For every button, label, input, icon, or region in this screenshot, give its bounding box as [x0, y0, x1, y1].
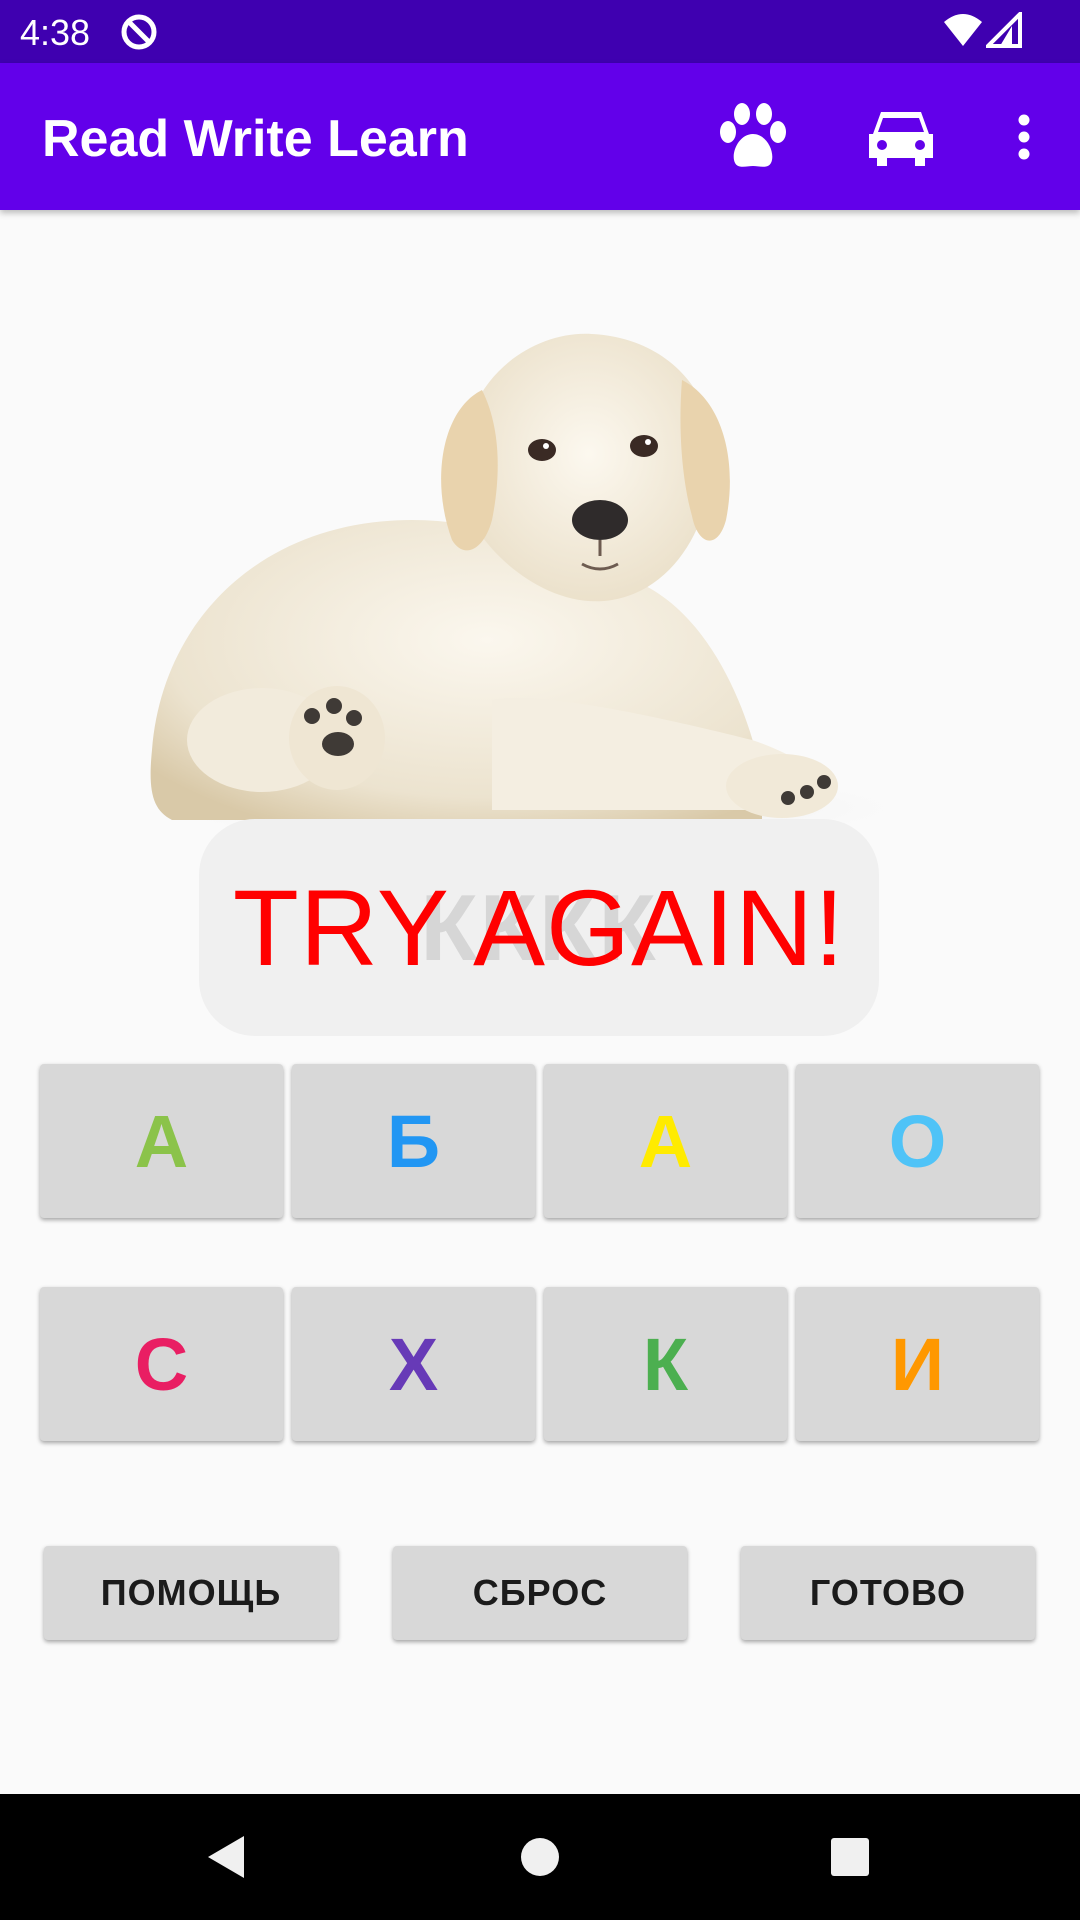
back-button[interactable] [186, 1824, 266, 1890]
status-bar: 4:38 [0, 0, 1080, 63]
letter-button[interactable]: А [544, 1064, 787, 1218]
signal-icon [983, 9, 1022, 53]
car-icon [869, 112, 933, 166]
vehicles-button[interactable] [856, 97, 946, 177]
data-saver-icon [118, 11, 160, 58]
wifi-icon [942, 12, 984, 53]
letter-button[interactable]: Б [292, 1064, 535, 1218]
more-vert-icon [1018, 114, 1030, 160]
home-icon [521, 1838, 559, 1876]
letter-button[interactable]: С [40, 1287, 283, 1441]
reset-button[interactable]: СБРОС [393, 1546, 687, 1640]
puppy-image [112, 320, 932, 860]
back-icon [208, 1836, 244, 1878]
home-button[interactable] [500, 1824, 580, 1890]
done-button[interactable]: ГОТОВО [741, 1546, 1035, 1640]
feedback-message: TRY AGAIN! [232, 867, 846, 988]
more-options-button[interactable] [1002, 97, 1046, 177]
navigation-bar [0, 1794, 1080, 1920]
letter-button[interactable]: К [544, 1287, 787, 1441]
letter-button[interactable]: А [40, 1064, 283, 1218]
animals-button[interactable] [706, 97, 800, 177]
app-title: Read Write Learn [42, 110, 469, 168]
letter-button[interactable]: Х [292, 1287, 535, 1441]
app-bar: Read Write Learn [0, 63, 1080, 210]
status-time: 4:38 [20, 12, 91, 53]
paw-icon [720, 103, 786, 167]
feedback-box: КККК TRY AGAIN! [199, 819, 879, 1036]
recents-icon [831, 1838, 869, 1876]
letter-button[interactable]: И [796, 1287, 1039, 1441]
letter-row-2: С Х К И [40, 1287, 1040, 1442]
help-button[interactable]: ПОМОЩЬ [44, 1546, 338, 1640]
letter-button[interactable]: О [796, 1064, 1039, 1218]
recents-button[interactable] [810, 1824, 890, 1890]
letter-row-1: А Б А О [40, 1064, 1040, 1219]
